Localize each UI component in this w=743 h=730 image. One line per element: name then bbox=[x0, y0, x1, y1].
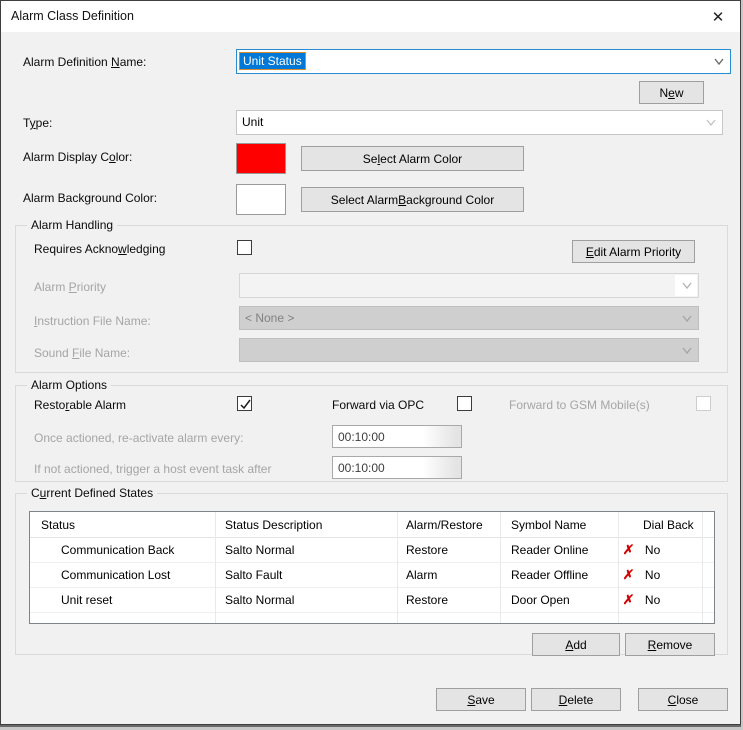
column-header-status-description[interactable]: Status Description bbox=[215, 512, 397, 537]
dial-back-value: No bbox=[645, 568, 660, 582]
instruction-file-name-label: Instruction File Name: bbox=[34, 314, 151, 328]
cell-empty bbox=[702, 588, 714, 612]
dial-back-value: No bbox=[645, 543, 660, 557]
column-separator bbox=[215, 512, 216, 623]
dialog-title: Alarm Class Definition bbox=[11, 9, 134, 23]
instruction-file-name-value: < None > bbox=[245, 311, 294, 325]
alarm-handling-group: Alarm Handling Requires Acknowledging Ed… bbox=[15, 225, 728, 373]
save-button[interactable]: Save bbox=[436, 688, 526, 711]
if-not-actioned-time-value: 00:10:00 bbox=[338, 461, 385, 475]
add-button[interactable]: Add bbox=[532, 633, 620, 656]
type-label: Type: bbox=[23, 116, 52, 130]
forward-to-gsm-label: Forward to GSM Mobile(s) bbox=[509, 398, 650, 412]
column-header-symbol-name[interactable]: Symbol Name bbox=[500, 512, 618, 537]
alarm-options-group: Alarm Options Restorable Alarm Forward v… bbox=[15, 385, 728, 482]
column-separator bbox=[500, 512, 501, 623]
if-not-actioned-label: If not actioned, trigger a host event ta… bbox=[34, 462, 271, 476]
cell-empty bbox=[702, 563, 714, 587]
requires-acknowledging-checkbox[interactable] bbox=[237, 240, 252, 255]
remove-button[interactable]: Remove bbox=[625, 633, 715, 656]
restorable-alarm-checkbox[interactable] bbox=[237, 396, 252, 411]
sound-file-name-label: Sound File Name: bbox=[34, 346, 130, 360]
close-icon[interactable]: ✕ bbox=[708, 7, 728, 27]
instruction-file-name-combobox: < None > bbox=[239, 306, 699, 330]
checkmark-icon bbox=[239, 398, 252, 411]
states-table-body: Communication BackSalto NormalRestoreRea… bbox=[30, 538, 714, 613]
states-table-header: Status Status Description Alarm/Restore … bbox=[30, 512, 714, 538]
alarm-display-color-swatch bbox=[236, 143, 286, 174]
table-row[interactable]: Communication LostSalto FaultAlarmReader… bbox=[30, 563, 714, 588]
column-header-alarm-restore[interactable]: Alarm/Restore bbox=[397, 512, 500, 537]
delete-button[interactable]: Delete bbox=[531, 688, 621, 711]
restorable-alarm-label: Restorable Alarm bbox=[34, 398, 126, 412]
select-alarm-color-button[interactable]: Select Alarm Color bbox=[301, 146, 524, 171]
alarm-background-color-label: Alarm Background Color: bbox=[23, 191, 157, 205]
chevron-down-icon bbox=[682, 282, 690, 290]
alarm-priority-label: Alarm Priority bbox=[34, 280, 106, 294]
dial-back-value: No bbox=[645, 593, 660, 607]
once-actioned-label: Once actioned, re-activate alarm every: bbox=[34, 431, 243, 445]
alarm-options-group-title: Alarm Options bbox=[27, 378, 111, 392]
sound-file-name-combobox bbox=[239, 338, 699, 362]
column-separator bbox=[397, 512, 398, 623]
select-alarm-background-color-button[interactable]: Select Alarm Background Color bbox=[301, 187, 524, 212]
column-header-status[interactable]: Status bbox=[30, 512, 215, 537]
requires-acknowledging-label: Requires Acknowledging bbox=[34, 242, 165, 256]
cell-status: Communication Back bbox=[30, 538, 215, 562]
cell-alarm-restore: Restore bbox=[397, 588, 500, 612]
cell-symbol-name: Reader Offline bbox=[500, 563, 618, 587]
column-separator bbox=[618, 512, 619, 623]
forward-via-opc-label: Forward via OPC bbox=[332, 398, 424, 412]
chevron-down-icon bbox=[682, 315, 690, 323]
cell-dial-back: ✗ No bbox=[618, 588, 702, 612]
screen: Alarm Class Definition ✕ Alarm Definitio… bbox=[0, 0, 743, 730]
column-header-empty bbox=[702, 512, 714, 537]
cell-empty bbox=[702, 538, 714, 562]
current-defined-states-group-title: Current Defined States bbox=[27, 486, 157, 500]
forward-to-gsm-checkbox bbox=[696, 396, 711, 411]
alarm-handling-group-title: Alarm Handling bbox=[27, 218, 117, 232]
chevron-down-icon[interactable] bbox=[714, 58, 722, 66]
cell-alarm-restore: Restore bbox=[397, 538, 500, 562]
chevron-down-icon bbox=[682, 347, 690, 355]
edit-alarm-priority-button[interactable]: Edit Alarm Priority bbox=[572, 240, 695, 263]
alarm-display-color-label: Alarm Display Color: bbox=[23, 150, 132, 164]
table-row[interactable]: Communication BackSalto NormalRestoreRea… bbox=[30, 538, 714, 563]
column-separator bbox=[702, 512, 703, 623]
close-button[interactable]: Close bbox=[638, 688, 728, 711]
cell-symbol-name: Door Open bbox=[500, 588, 618, 612]
type-value: Unit bbox=[242, 115, 263, 129]
table-row[interactable]: Unit resetSalto NormalRestoreDoor Open✗ N… bbox=[30, 588, 714, 613]
type-combobox[interactable]: Unit bbox=[236, 110, 723, 135]
cell-status-description: Salto Normal bbox=[215, 588, 397, 612]
cell-alarm-restore: Alarm bbox=[397, 563, 500, 587]
alarm-definition-name-value: Unit Status bbox=[240, 53, 305, 69]
red-x-icon: ✗ bbox=[622, 542, 635, 558]
cell-status-description: Salto Normal bbox=[215, 538, 397, 562]
once-actioned-time-field: 00:10:00 bbox=[332, 425, 462, 448]
title-bar: Alarm Class Definition ✕ bbox=[1, 1, 740, 32]
cell-status-description: Salto Fault bbox=[215, 563, 397, 587]
cell-dial-back: ✗ No bbox=[618, 563, 702, 587]
once-actioned-time-value: 00:10:00 bbox=[338, 430, 385, 444]
alarm-priority-combobox bbox=[239, 273, 699, 298]
alarm-definition-name-label: Alarm Definition Name: bbox=[23, 55, 146, 69]
column-header-dial-back[interactable]: Dial Back bbox=[618, 512, 702, 537]
red-x-icon: ✗ bbox=[622, 592, 635, 608]
if-not-actioned-time-field: 00:10:00 bbox=[332, 456, 462, 479]
alarm-class-definition-dialog: Alarm Class Definition ✕ Alarm Definitio… bbox=[0, 0, 741, 725]
cell-status: Communication Lost bbox=[30, 563, 215, 587]
states-table: Status Status Description Alarm/Restore … bbox=[29, 511, 715, 624]
alarm-definition-name-combobox[interactable]: Unit Status bbox=[236, 49, 731, 74]
red-x-icon: ✗ bbox=[622, 567, 635, 583]
alarm-background-color-swatch bbox=[236, 184, 286, 215]
cell-dial-back: ✗ No bbox=[618, 538, 702, 562]
forward-via-opc-checkbox[interactable] bbox=[457, 396, 472, 411]
chevron-down-icon[interactable] bbox=[706, 119, 714, 127]
current-defined-states-group: Current Defined States Status Status Des… bbox=[15, 493, 728, 655]
cell-symbol-name: Reader Online bbox=[500, 538, 618, 562]
new-button[interactable]: New bbox=[639, 81, 704, 104]
cell-status: Unit reset bbox=[30, 588, 215, 612]
